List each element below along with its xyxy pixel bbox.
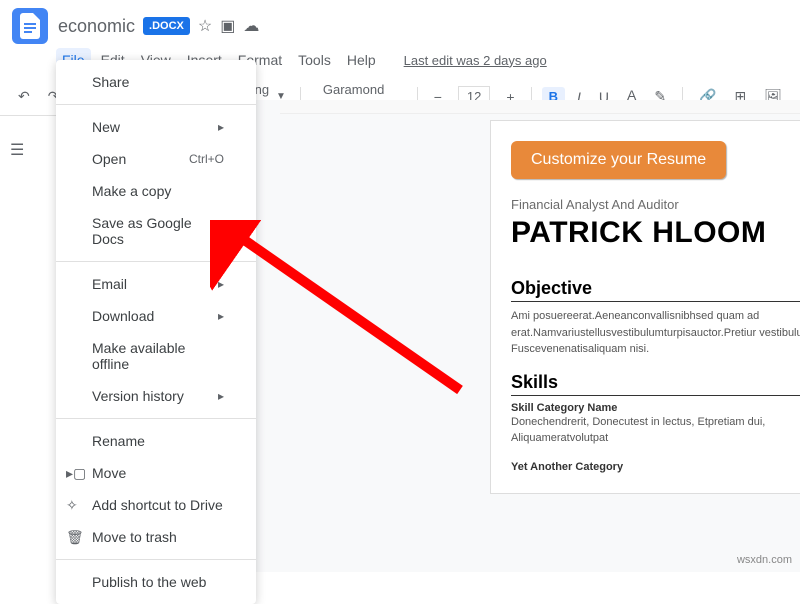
skill-category-3: Yet Another Category [511,461,800,473]
job-title-text: Financial Analyst And Auditor [511,197,800,212]
resume-name: PATRICK HLOOM [511,216,800,250]
menu-item-rename[interactable]: Rename [56,425,256,457]
skills-heading: Skills [511,372,800,396]
menu-item-add-shortcut[interactable]: ✧Add shortcut to Drive [56,489,256,521]
outline-icon[interactable]: ☰ [10,140,24,160]
menu-tools[interactable]: Tools [292,48,337,72]
objective-heading: Objective [511,278,800,302]
menu-item-share[interactable]: Share [56,66,256,98]
menu-item-publish[interactable]: Publish to the web [56,566,256,598]
star-icon[interactable]: ☆ [198,16,212,36]
menu-item-make-copy[interactable]: Make a copy [56,175,256,207]
document-page[interactable]: Customize your Resume Financial Analyst … [490,120,800,494]
watermark: wsxdn.com [737,554,792,566]
menu-item-new[interactable]: New▸ [56,111,256,143]
folder-move-icon: ▸▢ [66,465,86,482]
skill-body-1: Donechendrerit, Donecutest in lectus, Et… [511,414,797,447]
annotation-arrow [210,220,470,400]
document-title[interactable]: economic [58,16,135,37]
move-folder-icon[interactable]: ▣ [220,16,235,36]
cloud-status-icon[interactable]: ☁ [243,16,259,36]
skill-category-1: Skill Category Name [511,402,797,414]
docx-badge: .DOCX [143,17,190,35]
menu-help[interactable]: Help [341,48,382,72]
menu-item-trash[interactable]: 🗑Move to trash [56,521,256,553]
objective-body: Ami posuereerat.Aeneanconvallisnibhsed q… [511,308,800,358]
menu-item-move[interactable]: ▸▢Move [56,457,256,489]
shortcut-icon: ✧ [66,497,78,514]
docs-logo[interactable] [12,8,48,44]
undo-icon[interactable]: ↶ [12,86,36,107]
customize-resume-button[interactable]: Customize your Resume [511,141,726,179]
chevron-right-icon: ▸ [218,120,224,134]
menu-item-open[interactable]: OpenCtrl+O [56,143,256,175]
ruler[interactable] [280,100,800,114]
last-edit-link[interactable]: Last edit was 2 days ago [398,49,553,72]
trash-icon: 🗑 [66,529,84,546]
